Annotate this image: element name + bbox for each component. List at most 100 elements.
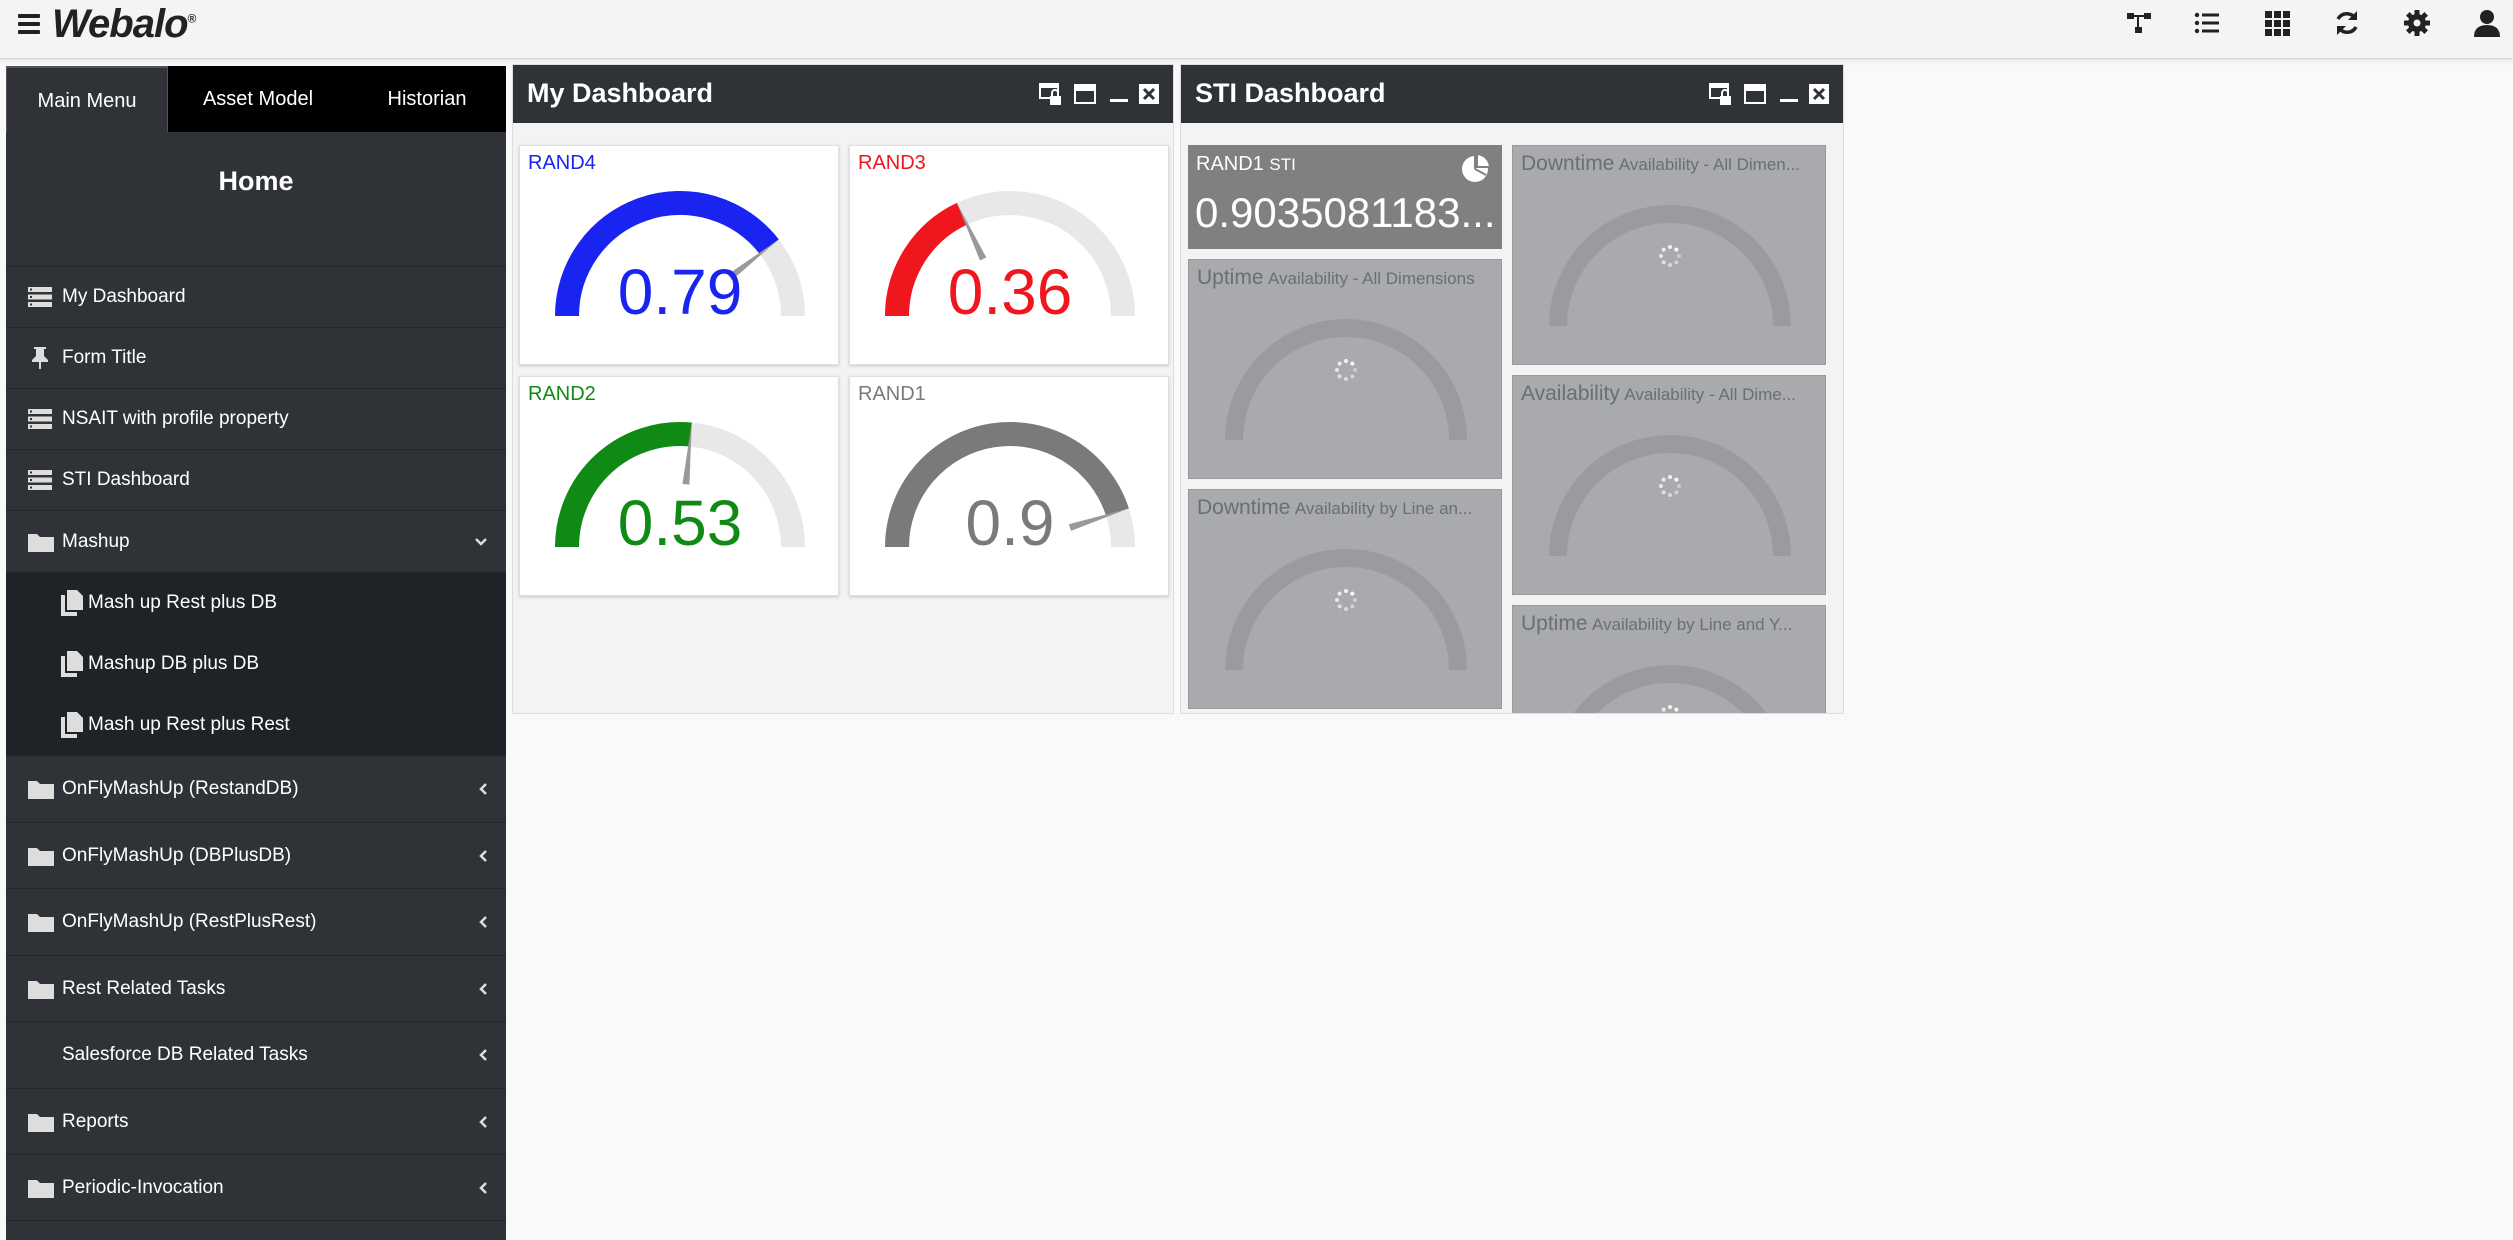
sidebar-item-salesforce-db-related-tasks[interactable]: Salesforce DB Related Tasks bbox=[6, 1021, 506, 1088]
copy-icon bbox=[61, 590, 83, 616]
dashboard-icon bbox=[28, 409, 52, 429]
sidebar-item-label: Mash up Rest plus DB bbox=[88, 592, 278, 613]
sidebar-tabs: Main Menu Asset Model Historian bbox=[6, 66, 506, 132]
loading-gauge bbox=[1549, 435, 1791, 557]
sidebar-item-onflymashup-restanddb[interactable]: OnFlyMashUp (RestandDB) bbox=[6, 755, 506, 822]
folder-icon bbox=[28, 914, 54, 932]
loading-gauge bbox=[1573, 665, 1767, 713]
sidebar-item-onflymashup-dbplusdb[interactable]: OnFlyMashUp (DBPlusDB) bbox=[6, 822, 506, 888]
top-bar: Webalo® bbox=[0, 0, 2513, 59]
loading-spinner-icon bbox=[1659, 245, 1681, 267]
chevron-left-icon bbox=[479, 1115, 487, 1128]
loading-spinner-icon bbox=[1335, 359, 1357, 381]
gauge-chart: 0.79 bbox=[555, 191, 805, 328]
copy-icon bbox=[61, 712, 83, 738]
maximize-icon[interactable] bbox=[1073, 82, 1097, 106]
pie-chart-icon[interactable] bbox=[1458, 151, 1492, 185]
my-dashboard-panel: My Dashboard RAND4 0.79 RAND3 0.36 RAND2… bbox=[512, 64, 1174, 714]
dashboard-icon bbox=[28, 470, 52, 490]
gauge-track bbox=[1549, 205, 1791, 327]
downtime-by-line-card[interactable]: Downtime Availability by Line an... bbox=[1188, 489, 1502, 709]
sti-value: 0.9035081183... bbox=[1195, 189, 1496, 236]
minimize-icon[interactable] bbox=[1777, 82, 1801, 106]
chevron-down-icon bbox=[475, 537, 487, 546]
chevron-left-icon bbox=[479, 1049, 487, 1061]
grid-icon[interactable] bbox=[2260, 6, 2294, 40]
list-icon[interactable] bbox=[2190, 6, 2224, 40]
sidebar-item-reports[interactable]: Reports bbox=[6, 1088, 506, 1154]
sidebar-item-rest-related-tasks[interactable]: Rest Related Tasks bbox=[6, 955, 506, 1021]
folder-icon bbox=[28, 847, 54, 866]
panel-header: My Dashboard bbox=[513, 65, 1173, 123]
uptime-by-line-card[interactable]: Uptime Availability by Line and Y... bbox=[1512, 605, 1826, 713]
sidebar-item-label: Reports bbox=[62, 1110, 129, 1132]
sti-value-card[interactable]: RAND1 STI 0.9035081183... bbox=[1188, 145, 1502, 249]
minimize-icon[interactable] bbox=[1107, 82, 1131, 106]
user-icon[interactable] bbox=[2470, 6, 2504, 40]
copy-icon bbox=[61, 651, 83, 677]
loading-spinner-icon bbox=[1335, 589, 1357, 611]
panel-title: My Dashboard bbox=[527, 78, 714, 108]
sidebar-item-nsait[interactable]: NSAIT with profile property bbox=[6, 388, 506, 449]
tab-asset-model[interactable]: Asset Model bbox=[168, 66, 348, 132]
sidebar-item-my-dashboard[interactable]: My Dashboard bbox=[6, 266, 506, 327]
pin-icon bbox=[32, 347, 48, 369]
sidebar-item-label: NSAIT with profile property bbox=[62, 408, 289, 429]
sidebar-item-label: OnFlyMashUp (RestandDB) bbox=[62, 778, 299, 799]
sidebar-item-mash-up-rest-plus-db[interactable]: Mash up Rest plus DB bbox=[6, 572, 506, 633]
close-icon[interactable] bbox=[1807, 82, 1831, 106]
sidebar: Main Menu Asset Model Historian Home My … bbox=[6, 66, 506, 1240]
panel-title: STI Dashboard bbox=[1195, 78, 1386, 108]
sidebar-item-mash-up-rest-plus-rest[interactable]: Mash up Rest plus Rest bbox=[6, 694, 506, 755]
chevron-left-icon bbox=[479, 1181, 487, 1194]
unlock-window-icon[interactable] bbox=[1709, 82, 1733, 106]
downtime-card[interactable]: Downtime Availability - All Dimen... bbox=[1512, 145, 1826, 365]
close-icon[interactable] bbox=[1137, 82, 1161, 106]
sidebar-item-sti-dashboard[interactable]: STI Dashboard bbox=[6, 449, 506, 510]
gauge-chart: 0.9 bbox=[885, 422, 1135, 559]
sidebar-item-mashup-db-plus-db[interactable]: Mashup DB plus DB bbox=[6, 633, 506, 694]
sidebar-item-label: Salesforce DB Related Tasks bbox=[62, 1044, 308, 1065]
tab-main-menu[interactable]: Main Menu bbox=[6, 66, 168, 132]
sidebar-item-label: Periodic-Invocation bbox=[62, 1176, 224, 1198]
gauge-track bbox=[1225, 319, 1467, 441]
folder-icon bbox=[28, 1179, 54, 1198]
uptime-card[interactable]: Uptime Availability - All Dimensions bbox=[1188, 259, 1502, 479]
gauge-chart: 0.53 bbox=[555, 422, 805, 559]
unlock-window-icon[interactable] bbox=[1039, 82, 1063, 106]
folder-icon bbox=[28, 781, 54, 799]
loading-gauge bbox=[1549, 205, 1791, 327]
chevron-left-icon bbox=[479, 849, 487, 862]
sidebar-item-label: Mash up Rest plus Rest bbox=[88, 714, 290, 735]
refresh-icon[interactable] bbox=[2330, 6, 2364, 40]
loading-gauge bbox=[1225, 319, 1467, 441]
folder-icon bbox=[28, 1113, 54, 1132]
gauge-value: 0.36 bbox=[948, 256, 1073, 328]
sidebar-item-label: Rest Related Tasks bbox=[62, 977, 226, 999]
tab-historian[interactable]: Historian bbox=[348, 66, 506, 132]
app-logo: Webalo® bbox=[52, 2, 196, 46]
sidebar-item-mashup[interactable]: Mashup bbox=[6, 510, 506, 572]
sidebar-item-label: My Dashboard bbox=[62, 286, 186, 307]
gauge-card-rand3[interactable]: RAND3 0.36 bbox=[849, 145, 1169, 365]
hamburger-menu-icon[interactable] bbox=[18, 10, 40, 36]
loading-gauge bbox=[1225, 549, 1467, 671]
gear-icon[interactable] bbox=[2400, 6, 2434, 40]
sidebar-item-label: Form Title bbox=[62, 347, 147, 368]
hierarchy-icon[interactable] bbox=[2122, 6, 2156, 40]
sidebar-title: Home bbox=[218, 166, 294, 196]
folder-icon bbox=[28, 533, 54, 552]
chevron-left-icon bbox=[479, 916, 487, 928]
gauge-value: 0.53 bbox=[618, 487, 743, 559]
sidebar-item-onflymashup-restplusrest[interactable]: OnFlyMashUp (RestPlusRest) bbox=[6, 888, 506, 955]
availability-card[interactable]: Availability Availability - All Dime... bbox=[1512, 375, 1826, 595]
panel-header: STI Dashboard bbox=[1181, 65, 1843, 123]
sidebar-item-form-title[interactable]: Form Title bbox=[6, 327, 506, 388]
gauge-card-rand1[interactable]: RAND1 0.9 bbox=[849, 376, 1169, 596]
folder-icon bbox=[28, 980, 54, 999]
maximize-icon[interactable] bbox=[1743, 82, 1767, 106]
gauge-card-rand2[interactable]: RAND2 0.53 bbox=[519, 376, 839, 596]
sidebar-item-periodic-invocation[interactable]: Periodic-Invocation bbox=[6, 1154, 506, 1221]
sti-dashboard-panel: STI Dashboard RAND1 STI 0.9035081183... … bbox=[1180, 64, 1844, 714]
gauge-card-rand4[interactable]: RAND4 0.79 bbox=[519, 145, 839, 365]
